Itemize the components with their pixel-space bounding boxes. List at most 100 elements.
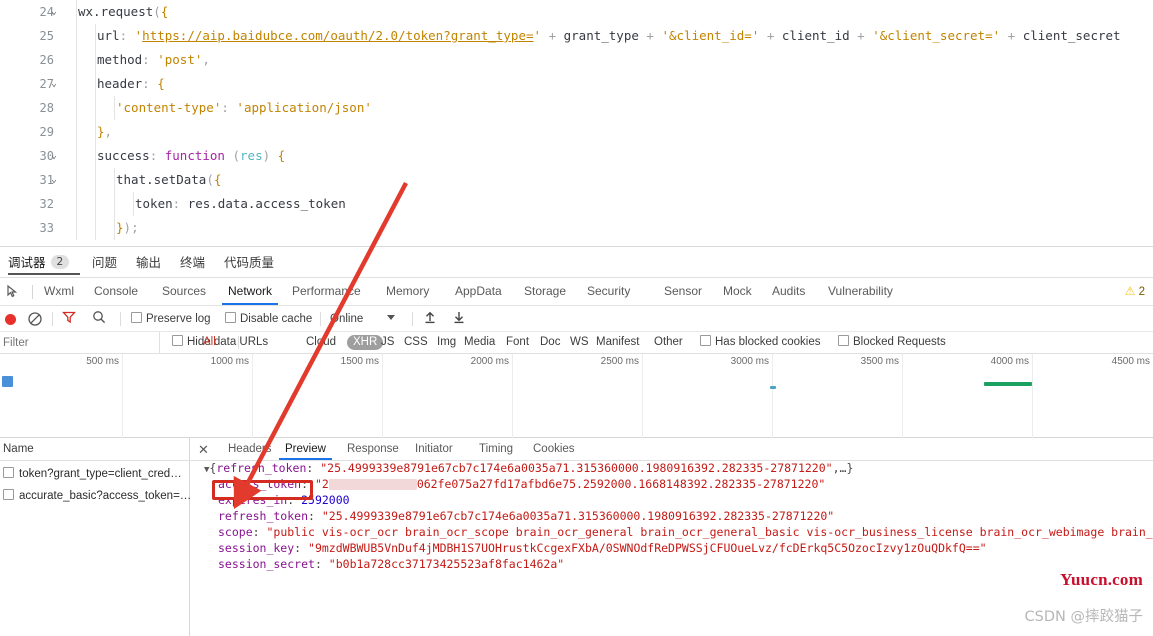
json-value: "25.4999339e8791e67cb7c174e6a0035a71.315…: [320, 461, 832, 475]
filter-type-manifest[interactable]: Manifest: [596, 332, 639, 353]
json-line[interactable]: expires_in: 2592000: [218, 493, 350, 508]
code-text: },: [97, 120, 112, 144]
fold-chevron-icon[interactable]: ⌄: [47, 72, 61, 96]
devtools-tab-sensor[interactable]: Sensor: [664, 278, 702, 305]
request-list-header[interactable]: Name: [0, 438, 190, 461]
filter-type-media[interactable]: Media: [464, 332, 495, 353]
close-icon[interactable]: ✕: [198, 438, 209, 461]
code-editor[interactable]: 24⌄wx.request({25url: 'https://aip.baidu…: [0, 0, 1153, 248]
json-key: session_key: [218, 541, 294, 555]
clear-icon[interactable]: [28, 312, 42, 326]
detail-tabbar: ✕ Headers Preview Response Initiator Timing C…: [190, 438, 1153, 461]
code-line[interactable]: 26method: 'post',: [0, 48, 1153, 72]
fold-chevron-icon[interactable]: ⌄: [47, 0, 61, 24]
detail-tab-headers[interactable]: Headers: [228, 438, 271, 460]
code-line[interactable]: 32token: res.data.access_token: [0, 192, 1153, 216]
code-line[interactable]: 27⌄header: {: [0, 72, 1153, 96]
json-line[interactable]: session_secret: "b0b1a728cc37173425523af…: [218, 557, 564, 572]
devtools-tab-network[interactable]: Network: [228, 278, 272, 305]
network-timeline-overview[interactable]: 500 ms1000 ms1500 ms2000 ms2500 ms3000 m…: [0, 354, 1153, 438]
request-row[interactable]: token?grant_type=client_cred…: [0, 464, 190, 485]
fold-chevron-icon[interactable]: ⌄: [47, 168, 61, 192]
devtools-tab-audits[interactable]: Audits: [772, 278, 805, 305]
warning-indicator[interactable]: ⚠ 2: [1125, 278, 1145, 305]
filter-type-xhr[interactable]: XHR: [347, 335, 383, 350]
code-token: +: [639, 28, 662, 43]
json-line[interactable]: scope: "public vis-ocr_ocr brain_ocr_sco…: [218, 525, 1153, 540]
indent-guide: [95, 216, 96, 240]
code-token: }: [116, 220, 124, 235]
json-line[interactable]: access_token: "2062fe075a27fd17afbd6e75.…: [218, 477, 825, 492]
ide-tab-label: 代码质量: [224, 255, 274, 270]
filter-type-font[interactable]: Font: [506, 332, 529, 353]
devtools-tab-sources[interactable]: Sources: [162, 278, 206, 305]
editor-divider: [0, 246, 1153, 247]
inspect-element-icon[interactable]: [5, 283, 23, 301]
code-line[interactable]: 31⌄that.setData({: [0, 168, 1153, 192]
indent-guide: [76, 144, 77, 168]
filter-type-js[interactable]: JS: [381, 332, 394, 353]
json-line[interactable]: refresh_token: "25.4999339e8791e67cb7c17…: [218, 509, 834, 524]
filter-type-other[interactable]: Other: [654, 332, 683, 353]
code-token: grant_type: [564, 28, 639, 43]
hide-data-urls-checkbox[interactable]: Hide data URLs: [172, 332, 268, 353]
devtools-tab-storage[interactable]: Storage: [524, 278, 566, 305]
detail-tab-response[interactable]: Response: [347, 438, 399, 460]
has-blocked-cookies-checkbox[interactable]: Has blocked cookies: [700, 332, 820, 353]
filter-type-css[interactable]: CSS: [404, 332, 428, 353]
devtools-tab-vulnerability[interactable]: Vulnerability: [828, 278, 893, 305]
json-value: "b0b1a728cc37173425523af8fac1462a": [329, 557, 564, 571]
throttling-select[interactable]: Online: [330, 306, 363, 332]
import-har-icon[interactable]: [423, 306, 437, 332]
filter-type-doc[interactable]: Doc: [540, 332, 560, 353]
devtools-tab-memory[interactable]: Memory: [386, 278, 429, 305]
code-token: :: [120, 28, 135, 43]
request-row-checkbox[interactable]: [3, 489, 14, 500]
ide-tab-4[interactable]: 代码质量: [224, 248, 284, 278]
devtools-tab-mock[interactable]: Mock: [723, 278, 752, 305]
ide-tab-1[interactable]: 问题: [92, 248, 128, 278]
detail-tab-cookies[interactable]: Cookies: [533, 438, 575, 460]
json-preview-viewer[interactable]: ▼{refresh_token: "25.4999339e8791e67cb7c…: [190, 461, 1153, 636]
throttling-caret-icon[interactable]: [387, 306, 395, 332]
request-row[interactable]: accurate_basic?access_token=…: [0, 486, 190, 507]
devtools-tab-security[interactable]: Security: [587, 278, 630, 305]
preserve-log-checkbox[interactable]: Preserve log: [131, 306, 211, 332]
filter-type-all[interactable]: All: [203, 332, 216, 353]
export-har-icon[interactable]: [452, 306, 466, 332]
json-line[interactable]: session_key: "9mzdWBWUB5VnDuf4jMDBH1S7UO…: [218, 541, 987, 556]
code-token: 'content-type': [116, 100, 221, 115]
devtools-tab-console[interactable]: Console: [94, 278, 138, 305]
line-number: 25: [0, 24, 62, 48]
ide-tab-3[interactable]: 终端: [180, 248, 216, 278]
filter-funnel-icon[interactable]: [62, 306, 76, 332]
disable-cache-checkbox[interactable]: Disable cache: [225, 306, 312, 332]
detail-tab-preview[interactable]: Preview: [285, 438, 326, 460]
code-token: {: [161, 4, 169, 19]
code-line[interactable]: 25url: 'https://aip.baidubce.com/oauth/2…: [0, 24, 1153, 48]
search-icon[interactable]: [92, 306, 106, 332]
devtools-tab-wxml[interactable]: Wxml: [44, 278, 74, 305]
filter-type-img[interactable]: Img: [437, 332, 456, 353]
json-line[interactable]: ▼{refresh_token: "25.4999339e8791e67cb7c…: [204, 461, 853, 476]
code-line[interactable]: 29},: [0, 120, 1153, 144]
code-line[interactable]: 33});: [0, 216, 1153, 240]
filter-type-ws[interactable]: WS: [570, 332, 589, 353]
ide-tab-0[interactable]: 调试器2: [8, 248, 80, 278]
filter-input[interactable]: [0, 332, 160, 353]
code-line[interactable]: 24⌄wx.request({: [0, 0, 1153, 24]
fold-chevron-icon[interactable]: ⌄: [47, 144, 61, 168]
detail-tab-initiator[interactable]: Initiator: [415, 438, 453, 460]
devtools-tab-performance[interactable]: Performance: [292, 278, 361, 305]
timeline-tick-label: 1500 ms: [312, 356, 382, 367]
indent-guide: [114, 168, 115, 192]
filter-type-cloud[interactable]: Cloud: [306, 332, 336, 353]
ide-tab-2[interactable]: 输出: [136, 248, 172, 278]
code-line[interactable]: 30⌄success: function (res) {: [0, 144, 1153, 168]
detail-tab-timing[interactable]: Timing: [479, 438, 513, 460]
code-line[interactable]: 28'content-type': 'application/json': [0, 96, 1153, 120]
record-button[interactable]: [5, 314, 16, 325]
blocked-requests-checkbox[interactable]: Blocked Requests: [838, 332, 946, 353]
devtools-tab-appdata[interactable]: AppData: [455, 278, 502, 305]
request-row-checkbox[interactable]: [3, 467, 14, 478]
